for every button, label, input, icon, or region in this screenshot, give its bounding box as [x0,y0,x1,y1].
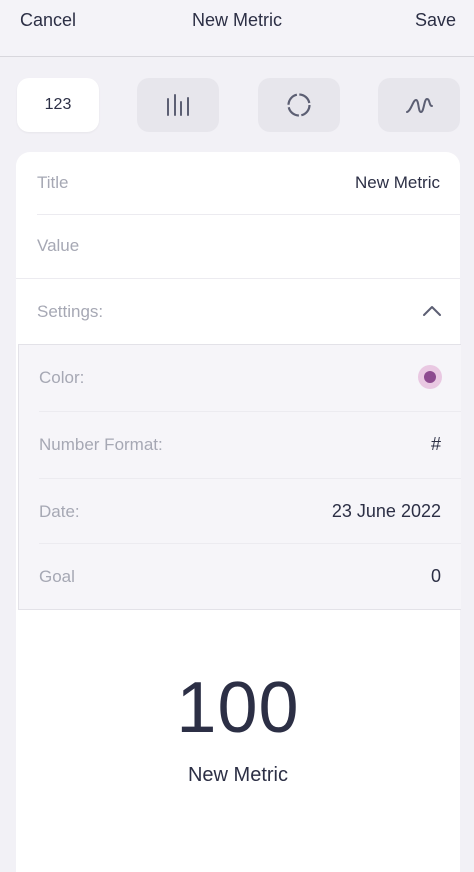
settings-panel: Color: Number Format: # Date: 23 June 20… [18,344,461,610]
date-label: Date: [39,502,80,521]
preview-value: 100 [176,668,300,748]
title-field[interactable]: New Metric [355,173,440,193]
settings-header[interactable]: Settings: [16,280,460,344]
value-row[interactable]: Value [16,215,460,277]
type-number-button[interactable]: 123 [17,78,99,132]
divider [16,278,460,279]
goal-label: Goal [39,567,75,586]
number-type-label: 123 [44,96,72,113]
color-swatch[interactable] [418,365,442,389]
ring-chart-icon [287,93,311,117]
goal-row[interactable]: Goal 0 [19,544,461,608]
number-format-value[interactable]: # [431,434,441,455]
title-row[interactable]: Title New Metric [16,152,460,214]
navigation-bar: Cancel New Metric Save [0,0,474,57]
value-label: Value [37,236,80,255]
metric-type-selector: 123 [0,78,474,134]
chevron-up-icon[interactable] [422,305,442,317]
type-ring-chart-button[interactable] [258,78,340,132]
bar-chart-icon [167,94,189,116]
color-label: Color: [39,368,85,387]
type-line-chart-button[interactable] [378,78,460,132]
number-format-row[interactable]: Number Format: # [19,412,461,476]
date-row[interactable]: Date: 23 June 2022 [19,479,461,543]
goal-value[interactable]: 0 [431,566,441,587]
line-chart-icon [406,97,433,114]
save-button[interactable]: Save [415,10,456,31]
cancel-button[interactable]: Cancel [20,10,76,31]
date-value[interactable]: 23 June 2022 [332,501,441,522]
number-format-label: Number Format: [39,435,163,454]
settings-label: Settings: [37,302,104,321]
metric-form-card: Title New Metric Value Settings: Color: … [16,152,461,872]
type-bar-chart-button[interactable] [137,78,219,132]
preview-name: New Metric [187,764,288,786]
color-row[interactable]: Color: [19,345,461,409]
title-label: Title [37,173,69,192]
